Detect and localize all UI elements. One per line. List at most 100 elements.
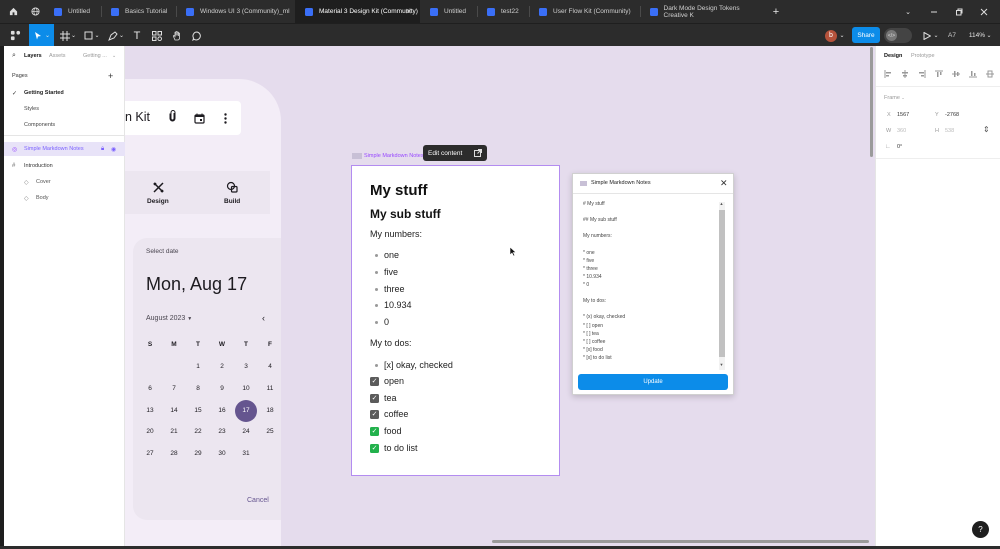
attach-icon[interactable] <box>168 110 177 125</box>
share-button[interactable]: Share <box>852 27 880 43</box>
minimize-icon[interactable] <box>928 0 940 23</box>
tab-basics-tutorial[interactable]: Basics Tutorial <box>101 0 176 23</box>
new-tab-icon[interactable]: + <box>770 0 782 23</box>
tab-design[interactable]: Design <box>884 53 902 59</box>
frame-label[interactable]: Simple Markdown Notes <box>352 153 424 159</box>
calendar-day[interactable]: 23 <box>210 428 234 435</box>
layer-introduction[interactable]: # Introduction <box>4 159 125 173</box>
dev-mode-toggle[interactable]: </> <box>884 28 912 43</box>
tab-material-3-design-kit[interactable]: Material 3 Design Kit (Community) ✕ <box>295 0 420 23</box>
page-item-getting-started[interactable]: ✓ Getting Started <box>4 86 125 100</box>
restore-icon[interactable] <box>953 0 965 23</box>
layer-simple-markdown-notes[interactable]: ◎ Simple Markdown Notes 🔒︎ ◉ <box>4 142 125 156</box>
more-vert-icon[interactable] <box>224 111 227 129</box>
tab-user-flow-kit[interactable]: User Flow Kit (Community) <box>529 0 640 23</box>
calendar-day[interactable]: 16 <box>210 407 234 414</box>
todo-checkbox[interactable]: ✓ <box>370 393 379 403</box>
calendar-day[interactable]: 20 <box>138 428 162 435</box>
eye-icon[interactable]: ◉ <box>111 146 116 153</box>
canvas-horizontal-scrollbar[interactable] <box>492 540 869 543</box>
height-input[interactable]: 538 <box>945 128 954 134</box>
calendar-day[interactable]: 3 <box>234 363 258 370</box>
page-item-styles[interactable]: Styles <box>4 102 125 116</box>
components-icon[interactable] <box>150 24 164 47</box>
hand-tool-icon[interactable] <box>170 24 184 47</box>
align-center-v-icon[interactable] <box>952 70 960 80</box>
shape-tool-icon[interactable]: ⌄ <box>82 24 102 47</box>
main-menu-icon[interactable] <box>6 24 24 47</box>
calendar-day[interactable]: 7 <box>162 385 186 392</box>
help-button[interactable]: ? <box>972 521 989 538</box>
tab-test22[interactable]: test22 <box>477 0 529 23</box>
page-selector[interactable]: Getting ... <box>83 53 107 59</box>
layer-body[interactable]: ◇ Body <box>4 191 125 205</box>
calendar-day[interactable]: 29 <box>186 450 210 457</box>
calendar-day[interactable]: 18 <box>258 407 282 414</box>
todo-checkbox[interactable]: ✓ <box>370 427 379 437</box>
calendar-day[interactable]: 15 <box>186 407 210 414</box>
tab-untitled-1[interactable]: Untitled <box>44 0 101 23</box>
calendar-day[interactable]: 17 <box>235 399 257 422</box>
tab-assets[interactable]: Assets <box>49 53 66 59</box>
month-year-selector[interactable]: August 2023 ▼ <box>146 315 192 322</box>
calendar-day[interactable]: 27 <box>138 450 162 457</box>
calendar-day[interactable]: 8 <box>186 385 210 392</box>
align-top-icon[interactable] <box>935 70 943 80</box>
pen-tool-icon[interactable]: ⌄ <box>106 24 126 47</box>
close-window-icon[interactable] <box>978 0 990 23</box>
rotation-input[interactable]: 0° <box>897 144 902 150</box>
align-center-h-icon[interactable] <box>901 70 909 80</box>
calendar-day[interactable]: 4 <box>258 363 282 370</box>
frame-tool-icon[interactable]: ⌄ <box>58 24 78 47</box>
calendar-day[interactable]: 2 <box>210 363 234 370</box>
previous-month-icon[interactable]: ‹ <box>262 313 265 323</box>
todo-checkbox[interactable]: ✓ <box>370 443 379 453</box>
calendar-day[interactable]: 21 <box>162 428 186 435</box>
calendar-day[interactable]: 25 <box>258 428 282 435</box>
calendar-day[interactable]: 31 <box>234 450 258 457</box>
calendar-day[interactable]: 13 <box>138 407 162 414</box>
tab-layers[interactable]: Layers <box>24 53 42 59</box>
width-input[interactable]: 360 <box>897 128 906 134</box>
align-left-icon[interactable] <box>884 70 892 80</box>
text-tool-icon[interactable]: T <box>130 24 144 47</box>
lock-icon[interactable]: 🔒︎ <box>101 146 104 153</box>
y-position-input[interactable]: -2768 <box>945 112 959 118</box>
constrain-proportions-icon[interactable]: ⇕ <box>983 125 990 134</box>
chevron-down-icon[interactable]: ⌄ <box>112 53 116 59</box>
tab-untitled-2[interactable]: Untitled <box>420 0 477 23</box>
textarea-scrollbar[interactable]: ▲ ▼ <box>719 201 725 370</box>
close-icon[interactable]: ✕ <box>720 178 728 189</box>
x-position-input[interactable]: 1567 <box>897 112 909 118</box>
todo-checkbox[interactable]: ✓ <box>370 410 379 420</box>
calendar-day[interactable]: 9 <box>210 385 234 392</box>
zoom-level[interactable]: 114% <box>966 24 988 47</box>
external-link-icon[interactable] <box>474 149 482 159</box>
update-button[interactable]: Update <box>578 374 728 390</box>
chevron-down-icon[interactable]: ⌄ <box>838 24 846 47</box>
calendar-day[interactable]: 14 <box>162 407 186 414</box>
tab-prototype[interactable]: Prototype <box>911 53 935 59</box>
calendar-icon[interactable] <box>194 111 205 129</box>
chevron-down-icon[interactable]: ⌄ <box>932 24 940 47</box>
comment-icon[interactable] <box>190 24 204 47</box>
distribute-icon[interactable] <box>986 70 996 80</box>
close-tab-icon[interactable]: ✕ <box>405 7 412 16</box>
chevron-down-icon[interactable]: ⌄ <box>986 24 992 47</box>
present-icon[interactable] <box>922 24 932 47</box>
calendar-day[interactable]: 30 <box>210 450 234 457</box>
calendar-day[interactable]: 28 <box>162 450 186 457</box>
cancel-button[interactable]: Cancel <box>247 497 269 504</box>
align-right-icon[interactable] <box>918 70 926 80</box>
edit-content-button[interactable]: Edit content <box>423 145 487 161</box>
calendar-day[interactable]: 11 <box>258 385 282 392</box>
calendar-day[interactable]: 1 <box>186 363 210 370</box>
canvas-vertical-scrollbar[interactable] <box>870 47 873 157</box>
add-page-icon[interactable]: + <box>108 71 113 81</box>
search-icon[interactable]: ⌕ <box>12 52 16 60</box>
build-icon[interactable] <box>226 180 238 198</box>
layer-cover[interactable]: ◇ Cover <box>4 175 125 189</box>
design-icon[interactable] <box>153 180 164 198</box>
align-bottom-icon[interactable] <box>969 70 977 80</box>
tab-windows-ui[interactable]: Windows UI 3 (Community)_ml <box>176 0 294 23</box>
